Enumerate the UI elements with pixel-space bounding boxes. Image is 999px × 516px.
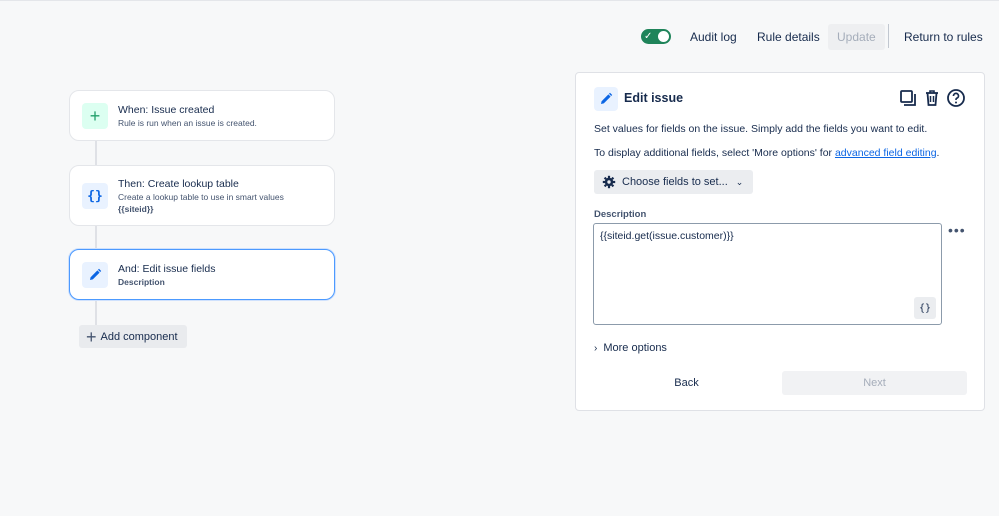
chevron-down-icon: ⌄	[735, 176, 744, 187]
check-icon: ✓	[644, 31, 653, 42]
edit-issue-card[interactable]: And: Edit issue fields Description	[69, 249, 335, 300]
plus-icon: +	[86, 326, 97, 347]
add-component-label: Add component	[100, 330, 178, 343]
connector-line	[95, 300, 97, 326]
toggle-knob	[658, 31, 669, 42]
more-options-label: More options	[603, 342, 667, 354]
back-button[interactable]: Back	[597, 371, 776, 395]
pencil-icon	[594, 87, 618, 111]
chevron-right-icon: ›	[594, 342, 598, 354]
trash-icon[interactable]	[922, 88, 942, 108]
plus-icon: +	[82, 103, 108, 129]
update-button[interactable]: Update	[828, 24, 885, 50]
panel-description: Set values for fields on the issue. Simp…	[594, 123, 928, 135]
more-options-toggle[interactable]: › More options	[594, 342, 667, 354]
choose-fields-button[interactable]: Choose fields to set... ⌄	[594, 170, 754, 194]
rule-details-button[interactable]: Rule details	[757, 24, 820, 50]
edit-issue-panel: Edit issue Set values for fields on the …	[575, 72, 985, 411]
audit-log-button[interactable]: Audit log	[690, 24, 737, 50]
description-field[interactable]: {{siteid.get(issue.customer)}} {}	[593, 223, 942, 325]
lookup-detail: {{siteid}}	[118, 204, 154, 214]
trigger-subtitle: Rule is run when an issue is created.	[118, 118, 257, 128]
next-button[interactable]: Next	[782, 371, 967, 395]
top-border	[0, 0, 999, 1]
hint-text: To display additional fields, select 'Mo…	[594, 147, 835, 159]
edit-subtitle: Description	[118, 277, 165, 287]
panel-hint: To display additional fields, select 'Mo…	[594, 147, 939, 159]
return-to-rules-button[interactable]: Return to rules	[904, 24, 983, 50]
trigger-title: When: Issue created	[118, 104, 215, 116]
duplicate-icon[interactable]	[898, 88, 918, 108]
gear-icon	[602, 175, 616, 189]
top-bar: ✓ Audit log Rule details Update Return t…	[0, 24, 999, 50]
connector-line	[95, 140, 97, 166]
description-value: {{siteid.get(issue.customer)}}	[600, 230, 734, 242]
choose-fields-label: Choose fields to set...	[622, 176, 728, 188]
hint-suffix: .	[936, 147, 940, 159]
trigger-card[interactable]: + When: Issue created Rule is run when a…	[69, 90, 335, 141]
edit-title: And: Edit issue fields	[118, 263, 216, 275]
advanced-field-editing-link[interactable]: advanced field editing	[835, 147, 937, 159]
connector-line	[95, 226, 97, 250]
help-icon[interactable]	[946, 88, 966, 108]
description-label: Description	[594, 209, 647, 220]
lookup-table-card[interactable]: {} Then: Create lookup table Create a lo…	[69, 165, 335, 226]
braces-icon: {}	[82, 183, 108, 209]
rule-enabled-toggle[interactable]: ✓	[641, 29, 671, 44]
top-divider	[888, 24, 889, 48]
lookup-title: Then: Create lookup table	[118, 178, 239, 190]
smart-value-button[interactable]: {}	[914, 297, 936, 319]
add-component-button[interactable]: + Add component	[79, 325, 187, 348]
panel-title: Edit issue	[624, 91, 684, 105]
lookup-subtitle: Create a lookup table to use in smart va…	[118, 192, 284, 202]
pencil-icon	[82, 262, 108, 288]
more-actions-icon[interactable]: •••	[948, 223, 966, 237]
